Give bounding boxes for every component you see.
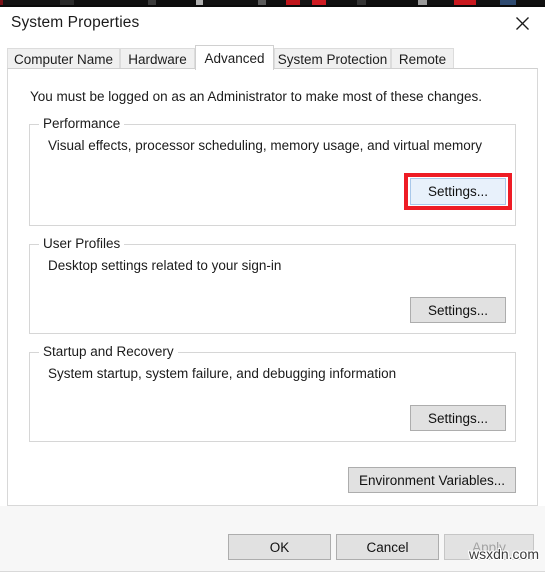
ok-button[interactable]: OK [228, 534, 331, 560]
tab-panel-advanced: You must be logged on as an Administrato… [7, 68, 538, 506]
tab-remote[interactable]: Remote [391, 48, 454, 69]
tab-advanced[interactable]: Advanced [195, 45, 274, 70]
tab-computer-name[interactable]: Computer Name [7, 48, 120, 69]
group-startup-recovery-description: System startup, system failure, and debu… [48, 366, 397, 381]
group-startup-recovery-legend: Startup and Recovery [39, 344, 178, 359]
group-user-profiles-description: Desktop settings related to your sign-in [48, 258, 282, 273]
group-user-profiles: User Profiles Desktop settings related t… [29, 236, 516, 334]
tab-strip: Computer Name Hardware Advanced System P… [7, 45, 538, 70]
user-profiles-settings-button[interactable]: Settings... [410, 297, 506, 323]
watermark: wsxdn.com [468, 546, 539, 562]
group-user-profiles-legend: User Profiles [39, 236, 125, 251]
group-performance-description: Visual effects, processor scheduling, me… [48, 138, 482, 153]
admin-notice: You must be logged on as an Administrato… [30, 89, 483, 104]
group-performance: Performance Visual effects, processor sc… [29, 116, 516, 226]
cancel-button[interactable]: Cancel [336, 534, 439, 560]
close-icon[interactable] [499, 7, 545, 39]
environment-variables-button[interactable]: Environment Variables... [348, 467, 516, 493]
performance-settings-button[interactable]: Settings... [410, 178, 506, 205]
tab-system-protection[interactable]: System Protection [274, 48, 391, 69]
group-startup-recovery: Startup and Recovery System startup, sys… [29, 344, 516, 442]
title-bar: System Properties [0, 7, 545, 40]
page-title: System Properties [11, 14, 140, 31]
tab-hardware[interactable]: Hardware [120, 48, 195, 69]
startup-recovery-settings-button[interactable]: Settings... [410, 405, 506, 431]
dialog-footer: OK Cancel Apply [0, 506, 545, 572]
group-performance-legend: Performance [39, 116, 125, 131]
system-properties-dialog: System Properties Computer Name Hardware… [0, 7, 545, 572]
